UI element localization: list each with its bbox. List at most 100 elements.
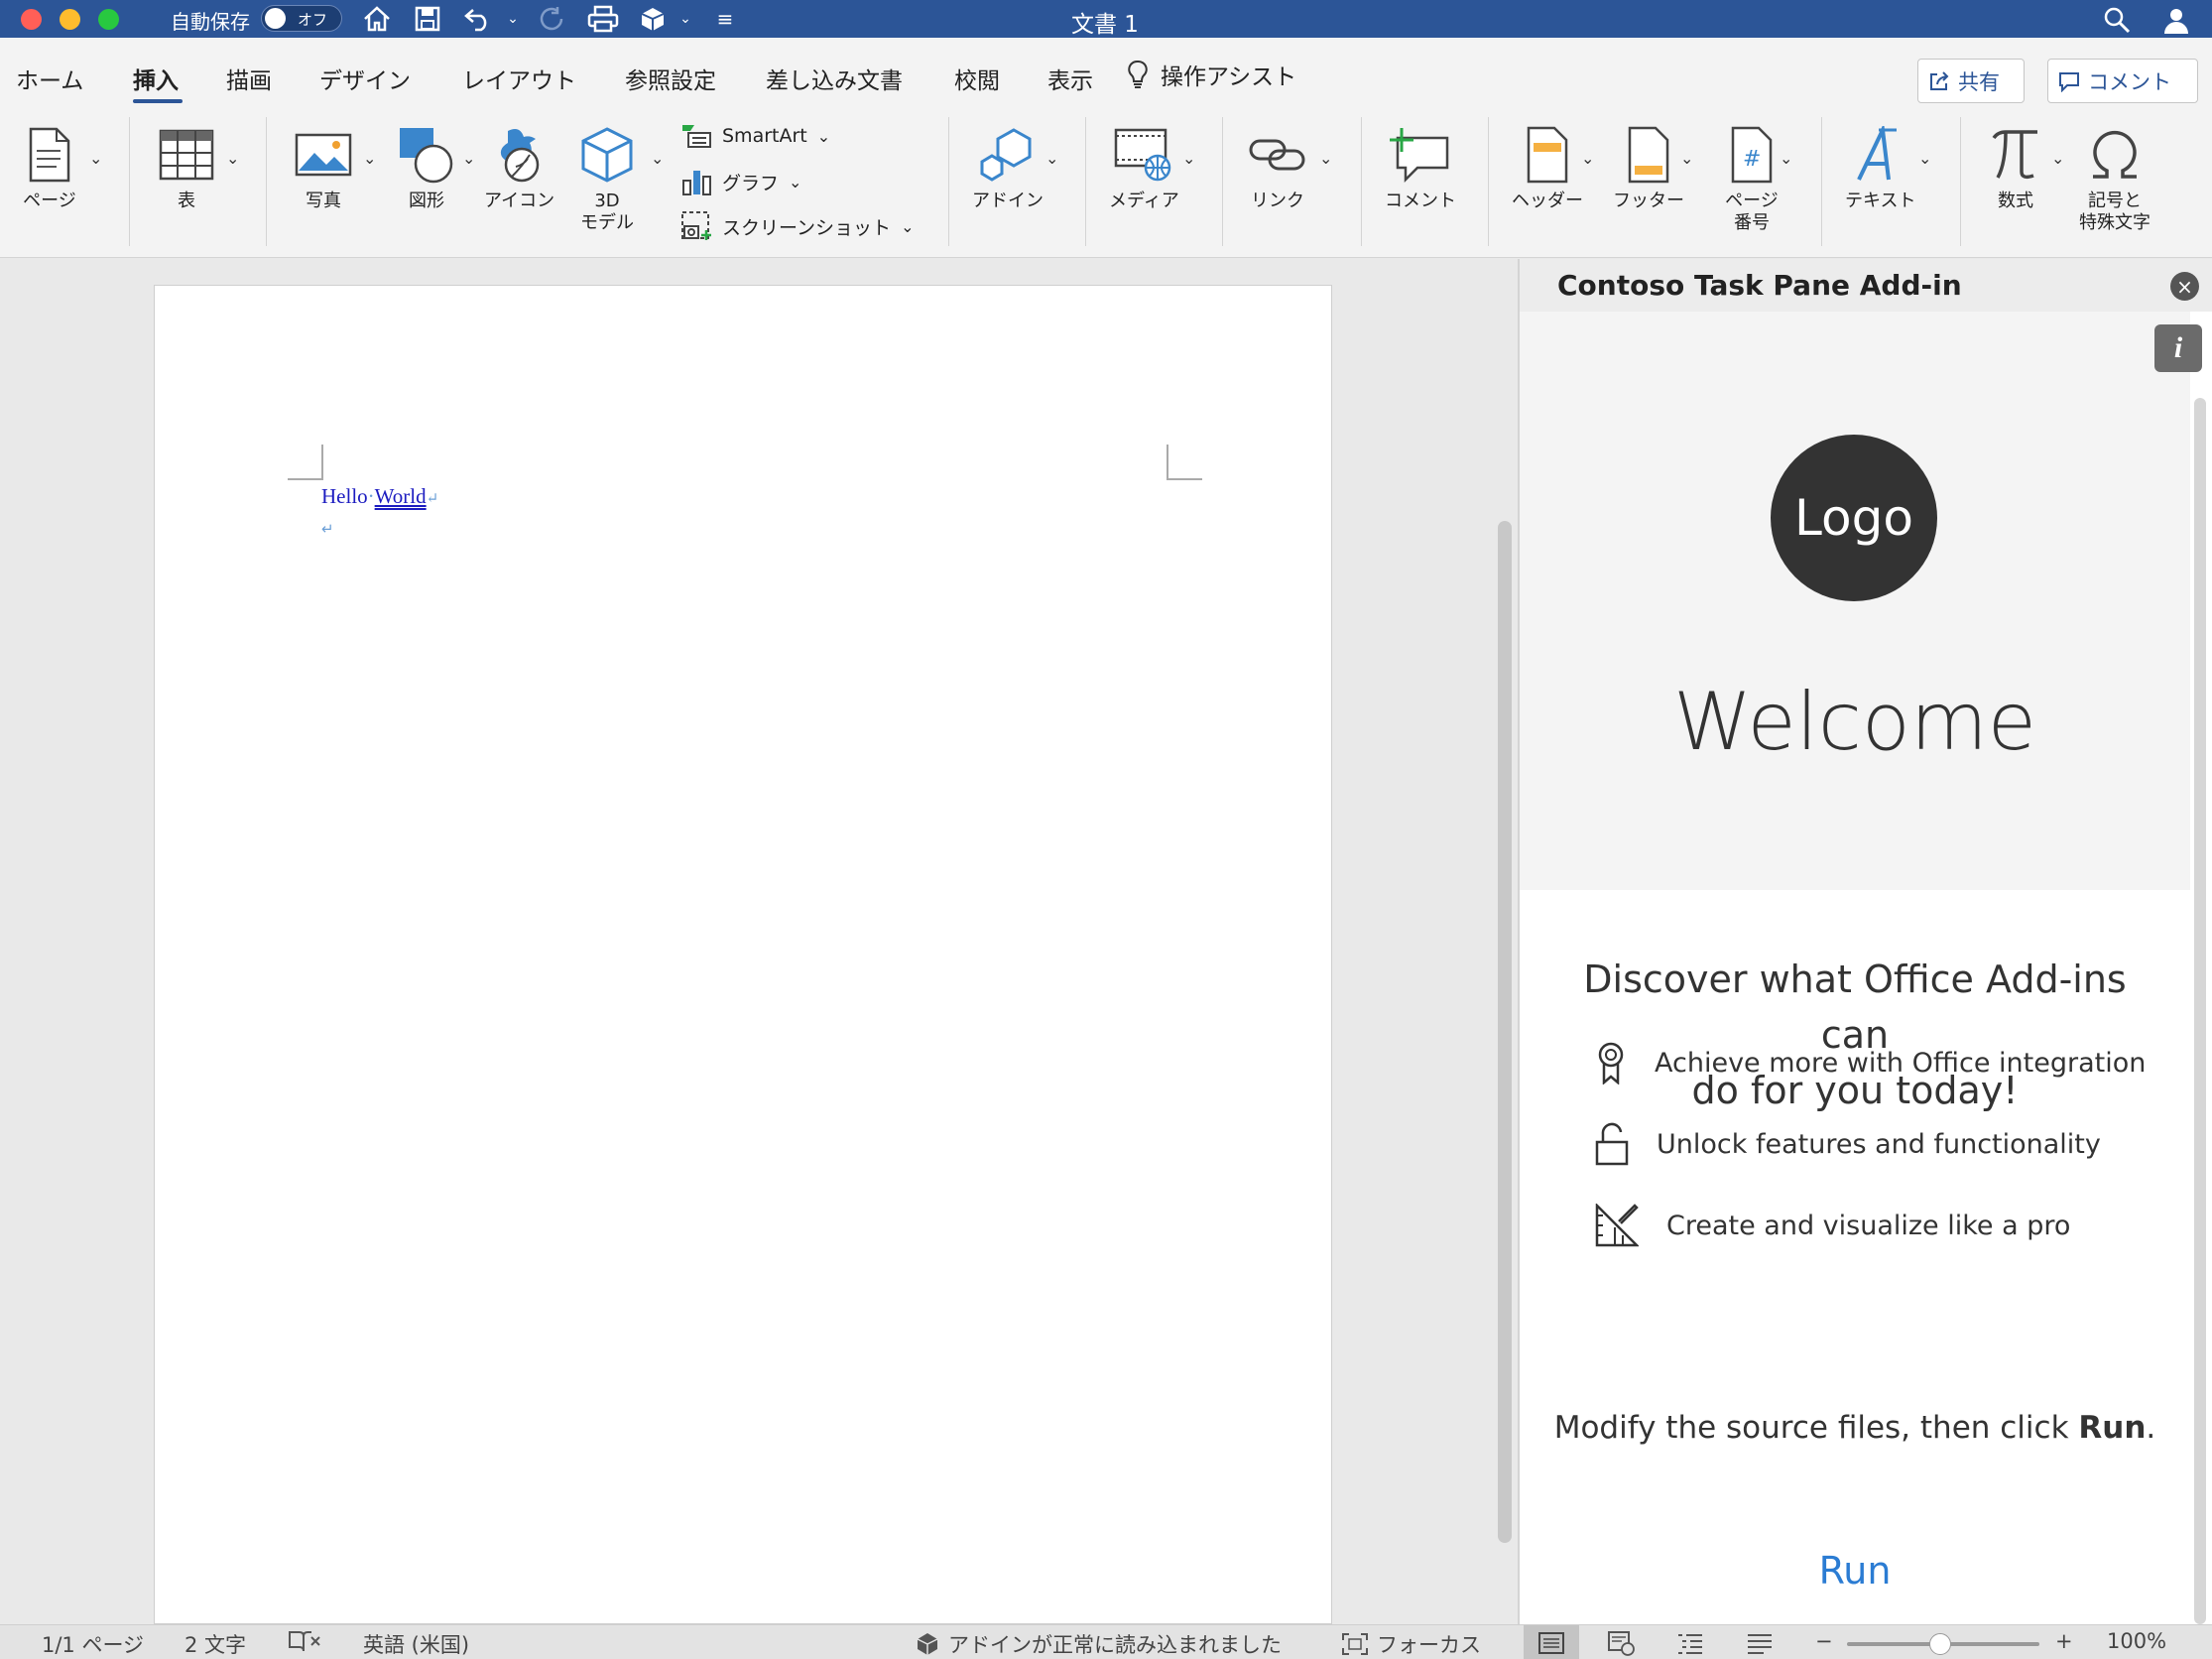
modify-instructions: Modify the source files, then click Run. [1520,1410,2190,1446]
page-number-button[interactable]: # ページ 番号 [1720,123,1783,234]
footer-chevron-down-icon[interactable]: ⌄ [1680,149,1693,168]
table-icon [155,123,218,187]
shapes-chevron-down-icon[interactable]: ⌄ [462,149,475,168]
undo-dropdown-chevron-down-icon[interactable]: ⌄ [498,1,528,37]
draft-view-icon[interactable] [1732,1625,1787,1659]
smartart-label: SmartArt [722,125,807,147]
run-button[interactable]: Run [1520,1549,2190,1593]
redo-icon[interactable] [534,1,569,37]
insert-smartart-button[interactable]: SmartArt ⌄ [680,123,830,149]
zoom-in-button[interactable]: + [2055,1629,2073,1653]
addin-status: アドインが正常に読み込まれました [915,1629,1282,1659]
addin-cube-icon[interactable] [635,1,671,37]
proofing-icon[interactable] [288,1629,321,1653]
insert-chart-button[interactable]: グラフ ⌄ [680,167,801,196]
tab-layout[interactable]: レイアウト [462,62,576,95]
print-icon[interactable] [585,1,621,37]
page-number-label-line1: ページ [1725,191,1779,211]
link-chevron-down-icon[interactable]: ⌄ [1319,149,1332,168]
tab-references[interactable]: 参照設定 [625,62,716,95]
document-page[interactable]: Hello·World↵ ↵ [154,285,1332,1624]
addins-button[interactable]: アドイン [972,123,1044,212]
share-button[interactable]: 共有 [1917,59,2025,103]
footer-icon [1617,123,1680,187]
tab-mailings[interactable]: 差し込み文書 [766,62,903,95]
home-icon[interactable] [359,1,395,37]
search-icon[interactable] [2099,2,2135,38]
table-chevron-down-icon[interactable]: ⌄ [226,149,239,168]
autosave-state: オフ [298,11,328,29]
feature-item: Achieve more with Office integration [1595,1041,2146,1085]
focus-mode-button[interactable]: フォーカス [1341,1629,1481,1659]
document-scrollbar[interactable] [1498,521,1512,1543]
paragraph-mark: ↵ [321,520,334,538]
insert-screenshot-button[interactable]: スクリーンショット ⌄ [680,210,914,242]
ribbon-award-icon [1598,1042,1624,1085]
autosave-toggle[interactable]: オフ [261,5,342,32]
tab-view[interactable]: 表示 [1047,62,1093,95]
tab-home[interactable]: ホーム [16,62,83,95]
page-chevron-down-icon[interactable]: ⌄ [89,149,102,168]
insert-picture-button[interactable]: 写真 [292,123,355,212]
page-count[interactable]: 1/1 ページ [42,1629,144,1659]
insert-table-button[interactable]: 表 [155,123,218,212]
3d-chevron-down-icon[interactable]: ⌄ [651,149,664,168]
qat-chevron-down-icon[interactable]: ⌄ [671,1,700,37]
task-pane-close-icon[interactable]: × [2170,272,2199,301]
insert-3d-model-button[interactable]: 3D モデル [575,123,639,234]
ribbon-separator [1960,117,1961,246]
save-icon[interactable] [410,1,445,37]
tab-insert[interactable]: 挿入 [133,62,179,95]
close-window-button[interactable] [21,9,42,30]
equation-chevron-down-icon[interactable]: ⌄ [2051,149,2064,168]
outline-view-icon[interactable] [1662,1625,1718,1659]
text-chevron-down-icon[interactable]: ⌄ [1918,149,1931,168]
comments-button[interactable]: コメント [2047,59,2198,103]
photo-chevron-down-icon[interactable]: ⌄ [363,149,376,168]
pi-icon [1984,123,2047,187]
undo-icon[interactable] [460,1,496,37]
addins-chevron-down-icon[interactable]: ⌄ [1045,149,1058,168]
insert-media-button[interactable]: メディア [1109,123,1179,212]
header-label: ヘッダー [1512,191,1583,211]
svg-text:#: # [1743,147,1761,172]
ribbon-separator [266,117,267,246]
tab-design[interactable]: デザイン [319,62,411,95]
header-button[interactable]: ヘッダー [1512,123,1583,212]
insert-shapes-button[interactable]: 図形 [395,123,458,212]
language-indicator[interactable]: 英語 (米国) [363,1629,469,1659]
document-text-line[interactable]: Hello·World↵ [321,484,438,509]
info-icon[interactable]: i [2154,324,2202,372]
text-box-button[interactable]: テキスト [1845,123,1915,212]
word-count[interactable]: 2 文字 [184,1629,246,1659]
symbol-button[interactable]: 記号と 特殊文字 [2079,123,2151,234]
customize-qat-icon[interactable]: ≡ [710,1,740,37]
logo: Logo [1771,435,1937,601]
account-icon[interactable] [2158,2,2194,38]
feature-text: Achieve more with Office integration [1655,1047,2147,1079]
insert-link-button[interactable]: リンク [1246,123,1309,212]
insert-comment-button[interactable]: コメント [1385,123,1456,212]
task-pane-scrollbar[interactable] [2194,398,2206,1624]
photo-label: 写真 [306,191,341,211]
shapes-label: 図形 [409,191,444,211]
media-chevron-down-icon[interactable]: ⌄ [1182,149,1195,168]
modify-suffix: . [2146,1410,2156,1446]
print-layout-view-icon[interactable] [1524,1625,1579,1659]
equation-button[interactable]: 数式 [1984,123,2047,212]
tab-review[interactable]: 校閲 [954,62,1000,95]
page-number-chevron-down-icon[interactable]: ⌄ [1780,149,1792,168]
header-chevron-down-icon[interactable]: ⌄ [1581,149,1594,168]
zoom-slider-handle[interactable] [1929,1633,1951,1655]
minimize-window-button[interactable] [60,9,80,30]
zoom-out-button[interactable]: − [1815,1629,1833,1653]
autosave-label: 自動保存 [171,10,250,34]
insert-page-button[interactable]: ページ [18,123,81,212]
insert-icons-button[interactable]: アイコン [484,123,554,212]
web-layout-view-icon[interactable] [1593,1625,1649,1659]
zoom-window-button[interactable] [98,9,119,30]
tell-me-search[interactable]: 操作アシスト [1127,58,1296,91]
footer-button[interactable]: フッター [1613,123,1684,212]
tab-draw[interactable]: 描画 [226,62,272,95]
zoom-level[interactable]: 100% [2107,1629,2166,1653]
